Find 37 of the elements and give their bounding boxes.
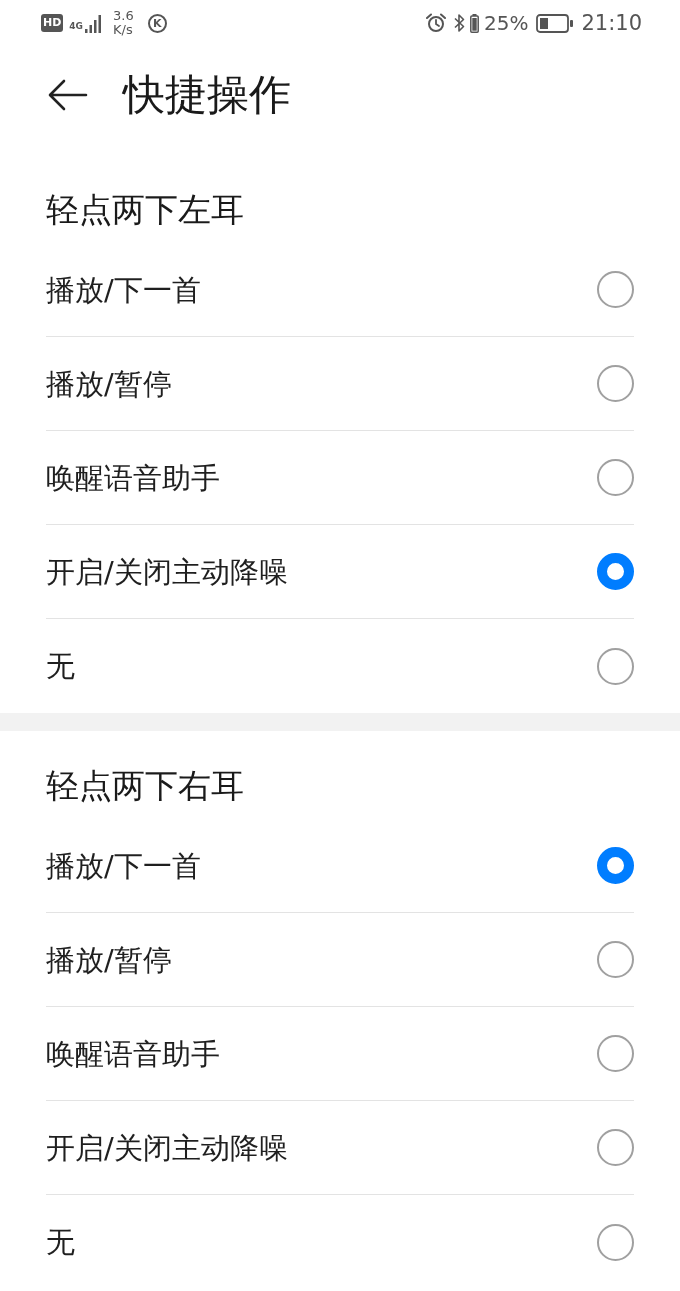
option-label: 播放/下一首 xyxy=(46,271,201,309)
option-label: 开启/关闭主动降噪 xyxy=(46,553,288,591)
alarm-clock-icon xyxy=(426,13,446,33)
option-label: 播放/暂停 xyxy=(46,365,172,403)
option-label: 唤醒语音助手 xyxy=(46,1035,220,1073)
page-title: 快捷操作 xyxy=(123,70,291,120)
network-type-label: 4G xyxy=(69,21,83,31)
option-label: 开启/关闭主动降噪 xyxy=(46,1129,288,1167)
option-label: 播放/下一首 xyxy=(46,847,201,885)
radio-button[interactable] xyxy=(597,459,634,496)
radio-button[interactable] xyxy=(597,1223,634,1261)
radio-button[interactable] xyxy=(597,365,634,402)
section-heading: 轻点两下左耳 xyxy=(46,190,244,230)
clock-time: 21:10 xyxy=(581,11,642,35)
back-arrow-icon xyxy=(48,79,88,111)
app-notification-badge: K xyxy=(147,13,167,33)
option-label: 唤醒语音助手 xyxy=(46,459,220,497)
radio-button[interactable] xyxy=(597,1035,634,1072)
hd-badge: HD xyxy=(41,14,64,32)
radio-button[interactable] xyxy=(597,847,634,884)
battery-icon xyxy=(536,13,574,33)
option-label: 无 xyxy=(46,1224,75,1261)
option-label: 无 xyxy=(46,648,75,685)
radio-button[interactable] xyxy=(597,941,634,978)
radio-button[interactable] xyxy=(597,1129,634,1166)
radio-button[interactable] xyxy=(597,647,634,685)
bluetooth-icon xyxy=(454,13,465,33)
option-label: 播放/暂停 xyxy=(46,941,172,979)
section-heading: 轻点两下右耳 xyxy=(46,766,244,806)
radio-button[interactable] xyxy=(597,553,634,590)
small-battery-icon xyxy=(470,13,479,33)
network-speed-unit: K/s xyxy=(113,23,133,37)
signal-icon xyxy=(85,15,101,33)
network-speed-value: 3.6 xyxy=(113,9,134,23)
battery-percentage: 25% xyxy=(484,11,529,35)
back-button[interactable] xyxy=(48,78,88,112)
radio-button[interactable] xyxy=(597,271,634,308)
